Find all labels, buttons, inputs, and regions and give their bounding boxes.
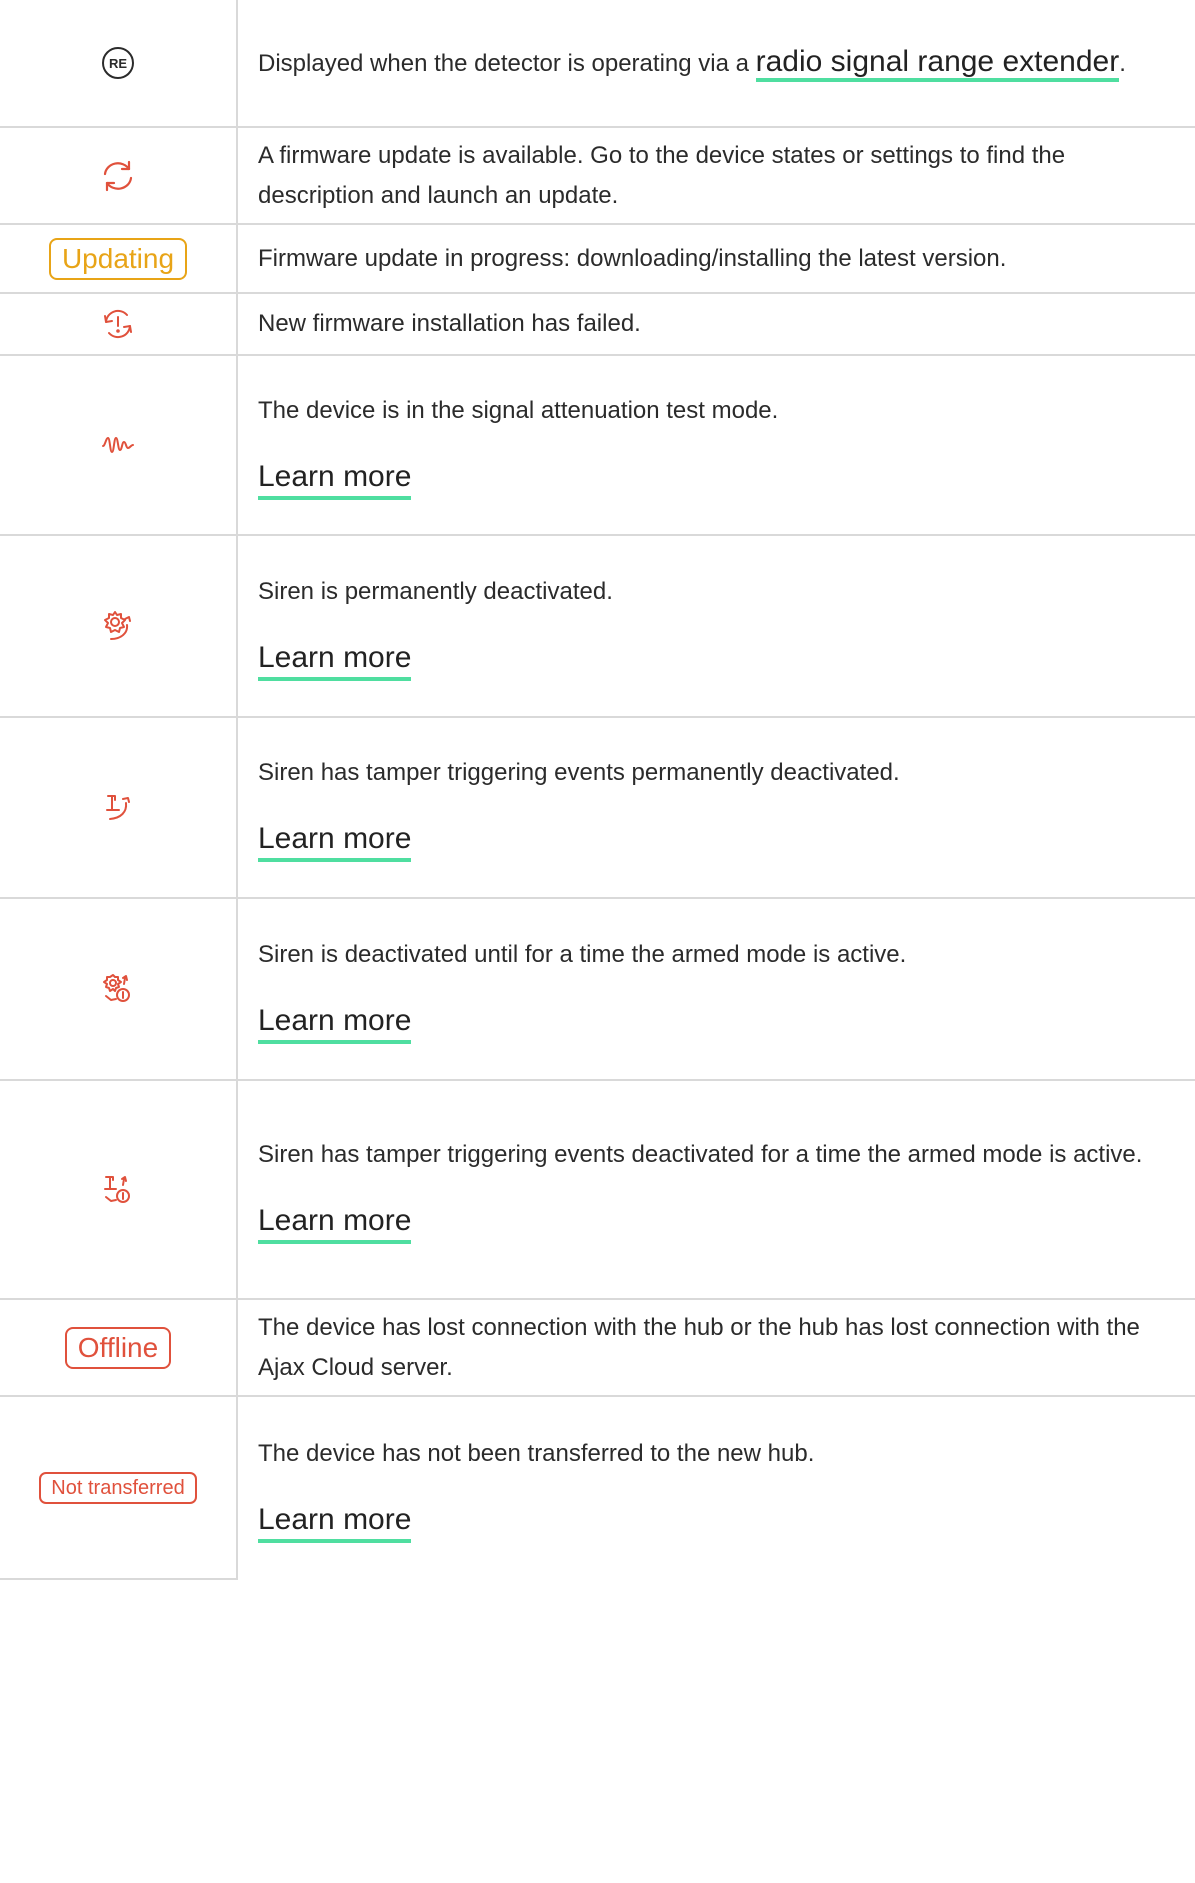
description-cell: A firmware update is available. Go to th… [236, 126, 1195, 225]
icon-cell [0, 1079, 238, 1300]
description-text-after: . [1119, 50, 1126, 77]
description-cell: The device is in the signal attenuation … [236, 354, 1195, 536]
description-text: The device is in the signal attenuation … [258, 396, 779, 424]
description-cell: Siren is deactivated until for a time th… [236, 897, 1195, 1081]
table-row: Siren is permanently deactivated. Learn … [0, 534, 1195, 718]
learn-more-link[interactable]: Learn more [258, 1003, 412, 1044]
icon-cell [0, 716, 238, 899]
table-row: Not transferred The device has not been … [0, 1395, 1195, 1580]
device-status-icons-table: RE Displayed when the detector is operat… [0, 0, 1195, 1580]
description-text: Firmware update in progress: downloading… [258, 244, 1007, 272]
description-text: Displayed when the detector is operating… [258, 42, 1165, 84]
description-cell: Displayed when the detector is operating… [236, 0, 1195, 128]
description-text: Siren is deactivated until for a time th… [258, 940, 907, 968]
update-failed-icon [101, 307, 135, 341]
description-text: Siren is permanently deactivated. [258, 577, 613, 605]
learn-more-link[interactable]: Learn more [258, 459, 412, 500]
table-row: Siren has tamper triggering events perma… [0, 716, 1195, 899]
description-cell: Siren has tamper triggering events deact… [236, 1079, 1195, 1300]
icon-cell [0, 534, 238, 718]
svg-text:RE: RE [109, 56, 127, 71]
description-text: New firmware installation has failed. [258, 310, 641, 337]
refresh-update-icon [100, 159, 136, 193]
tamper-deactivated-icon [101, 791, 135, 825]
radio-signal-range-extender-link[interactable]: radio signal range extender [755, 45, 1120, 82]
re-circle-icon: RE [101, 46, 135, 80]
learn-more-link[interactable]: Learn more [258, 1502, 412, 1543]
description-cell: The device has not been transferred to t… [236, 1395, 1195, 1579]
icon-cell: RE [0, 0, 238, 128]
table-row: The device is in the signal attenuation … [0, 354, 1195, 536]
icon-cell [0, 354, 238, 536]
icon-cell: Not transferred [0, 1395, 238, 1580]
icon-cell [0, 126, 238, 225]
table-row: A firmware update is available. Go to th… [0, 126, 1195, 225]
table-row: Offline The device has lost connection w… [0, 1298, 1195, 1397]
table-row: New firmware installation has failed. [0, 292, 1195, 356]
description-text: The device has lost connection with the … [258, 1313, 1140, 1381]
description-text: The device has not been transferred to t… [258, 1439, 815, 1467]
description-text: A firmware update is available. Go to th… [258, 141, 1066, 209]
icon-cell [0, 292, 238, 356]
description-cell: Siren has tamper triggering events perma… [236, 716, 1195, 899]
status-badge-not-transferred: Not transferred [39, 1471, 197, 1504]
description-cell: New firmware installation has failed. [236, 292, 1195, 356]
learn-more-link[interactable]: Learn more [258, 821, 412, 862]
description-cell: Firmware update in progress: downloading… [236, 223, 1195, 294]
description-text: Siren has tamper triggering events perma… [258, 759, 900, 786]
description-cell: The device has lost connection with the … [236, 1298, 1195, 1397]
description-cell: Siren is permanently deactivated. Learn … [236, 534, 1195, 718]
description-text: Siren has tamper triggering events deact… [258, 1141, 1143, 1168]
learn-more-link[interactable]: Learn more [258, 640, 412, 681]
icon-cell: Updating [0, 223, 238, 294]
siren-deactivated-timer-icon [101, 972, 135, 1006]
description-text-before: Displayed when the detector is operating… [258, 50, 756, 77]
status-badge-updating: Updating [48, 237, 188, 280]
learn-more-link[interactable]: Learn more [258, 1203, 412, 1244]
table-row: Siren is deactivated until for a time th… [0, 897, 1195, 1081]
siren-deactivated-icon [101, 609, 135, 643]
table-row: RE Displayed when the detector is operat… [0, 0, 1195, 128]
icon-cell: Offline [0, 1298, 238, 1397]
tamper-deactivated-timer-icon [101, 1173, 135, 1207]
icon-cell [0, 897, 238, 1081]
signal-attenuation-wave-icon [101, 434, 135, 456]
table-row: Siren has tamper triggering events deact… [0, 1079, 1195, 1300]
table-row: Updating Firmware update in progress: do… [0, 223, 1195, 294]
status-badge-offline: Offline [64, 1326, 172, 1369]
